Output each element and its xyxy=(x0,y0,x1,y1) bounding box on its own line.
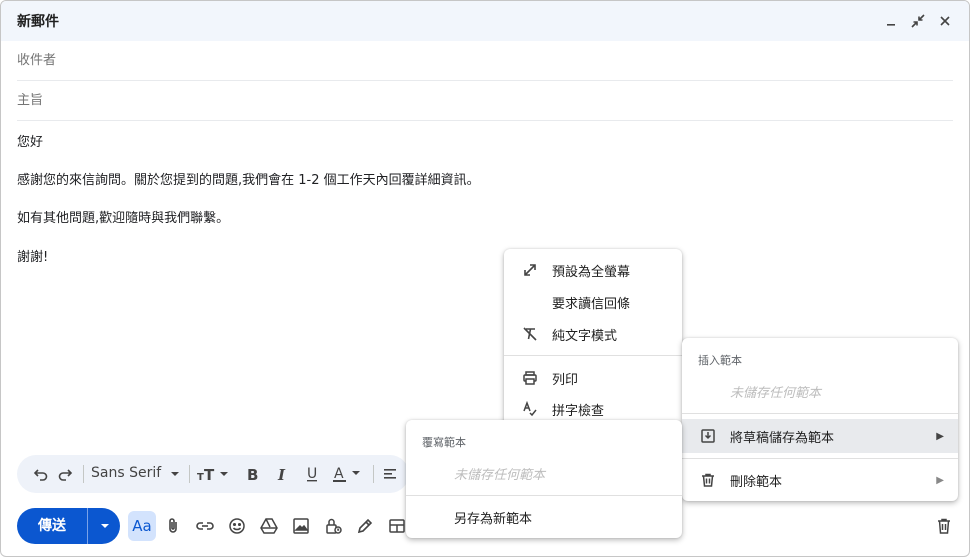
svg-text:T: T xyxy=(197,472,204,482)
more-options-menu: 預設為全螢幕 要求讀信回條 純文字模式 列印 拼字檢查 xyxy=(504,249,682,434)
align-icon[interactable] xyxy=(379,464,401,484)
signature-icon[interactable] xyxy=(353,514,377,538)
menu-item-label: 拼字檢查 xyxy=(552,403,605,419)
italic-icon[interactable]: I xyxy=(271,464,293,484)
discard-draft-icon[interactable] xyxy=(932,514,956,538)
send-options-button[interactable] xyxy=(89,508,120,544)
attach-file-icon[interactable] xyxy=(161,514,185,538)
print-icon xyxy=(520,368,540,388)
menu-item-label: 純文字模式 xyxy=(552,328,618,344)
insert-link-icon[interactable] xyxy=(193,514,217,538)
menu-item-plain-text-mode[interactable]: 純文字模式 xyxy=(504,318,682,350)
svg-text:T: T xyxy=(204,466,215,482)
formatting-toggle-label: Aa xyxy=(132,517,152,535)
menu-item-delete-template[interactable]: 刪除範本 ▶ xyxy=(682,464,958,496)
undo-icon[interactable] xyxy=(31,464,51,484)
redo-icon[interactable] xyxy=(55,464,75,484)
minimize-icon[interactable] xyxy=(881,11,901,31)
menu-item-print[interactable]: 列印 xyxy=(504,362,682,394)
svg-text:A: A xyxy=(334,466,344,482)
divider xyxy=(87,508,88,544)
recipients-input[interactable] xyxy=(17,53,953,68)
bold-icon[interactable]: B xyxy=(241,464,263,484)
divider xyxy=(189,465,190,483)
insert-photo-icon[interactable] xyxy=(289,514,313,538)
divider xyxy=(83,465,84,483)
subject-input[interactable] xyxy=(17,93,953,108)
divider xyxy=(682,458,958,459)
underline-icon[interactable]: U xyxy=(301,464,323,484)
menu-item-label: 刪除範本 xyxy=(730,474,783,490)
confidential-mode-icon[interactable] xyxy=(321,514,345,538)
submenu-arrow-icon: ▶ xyxy=(936,474,944,486)
formatting-toolbar: Sans Serif TT B I U A xyxy=(17,455,409,493)
formatting-options-toggle[interactable]: Aa xyxy=(128,511,156,541)
divider xyxy=(406,495,682,496)
divider xyxy=(373,465,374,483)
body-line: 謝謝! xyxy=(17,250,49,265)
emoji-icon[interactable] xyxy=(225,514,249,538)
chevron-down-icon xyxy=(100,524,109,528)
spellcheck-icon xyxy=(520,399,540,419)
svg-text:B: B xyxy=(247,466,258,482)
send-button-group: 傳送 xyxy=(17,508,120,544)
menu-item-save-as-new-template[interactable]: 另存為新範本 xyxy=(406,501,682,533)
divider xyxy=(504,355,682,356)
font-dropdown-icon[interactable] xyxy=(167,464,183,484)
divider xyxy=(682,413,958,414)
overwrite-template-header: 覆寫範本 xyxy=(422,436,466,449)
no-templates-text: 未儲存任何範本 xyxy=(730,386,822,401)
delete-icon xyxy=(698,470,718,490)
menu-item-save-draft-as-template[interactable]: 將草稿儲存為範本 ▶ xyxy=(682,419,958,453)
no-templates-text: 未儲存任何範本 xyxy=(454,468,546,483)
font-family-select[interactable]: Sans Serif xyxy=(91,465,161,481)
subject-field[interactable] xyxy=(17,81,953,121)
compose-title-bar: 新郵件 xyxy=(1,1,969,41)
menu-item-label: 另存為新範本 xyxy=(454,511,533,527)
font-family-value: Sans Serif xyxy=(91,465,162,481)
body-line: 您好 xyxy=(17,135,44,150)
drive-icon[interactable] xyxy=(257,514,281,538)
close-icon[interactable] xyxy=(935,11,955,31)
menu-item-label: 列印 xyxy=(552,372,579,388)
menu-item-read-receipt[interactable]: 要求讀信回條 xyxy=(504,286,682,318)
svg-text:I: I xyxy=(277,466,286,482)
menu-item-label: 預設為全螢幕 xyxy=(552,264,631,280)
templates-submenu: 插入範本 未儲存任何範本 將草稿儲存為範本 ▶ 刪除範本 ▶ xyxy=(682,338,958,501)
plain-text-icon xyxy=(520,324,540,344)
menu-item-label: 將草稿儲存為範本 xyxy=(730,430,835,446)
svg-text:U: U xyxy=(307,466,317,482)
expand-icon xyxy=(520,260,540,280)
insert-template-header: 插入範本 xyxy=(698,354,742,367)
body-line: 感謝您的來信詢問。關於您提到的問題,我們會在 1-2 個工作天內回覆詳細資訊。 xyxy=(17,173,480,188)
menu-item-label: 要求讀信回條 xyxy=(552,296,631,312)
text-size-icon[interactable]: TT xyxy=(195,464,231,484)
text-color-icon[interactable]: A xyxy=(331,464,367,484)
menu-item-default-full-screen[interactable]: 預設為全螢幕 xyxy=(504,254,682,286)
submenu-arrow-icon: ▶ xyxy=(936,430,944,442)
send-button[interactable]: 傳送 xyxy=(17,508,87,544)
body-line: 如有其他問題,歡迎隨時與我們聯繫。 xyxy=(17,211,230,226)
compose-title: 新郵件 xyxy=(17,14,59,30)
exit-full-screen-icon[interactable] xyxy=(908,11,928,31)
save-template-icon xyxy=(698,426,718,446)
overwrite-template-submenu: 覆寫範本 未儲存任何範本 另存為新範本 xyxy=(406,420,682,538)
recipients-field[interactable] xyxy=(17,41,953,81)
